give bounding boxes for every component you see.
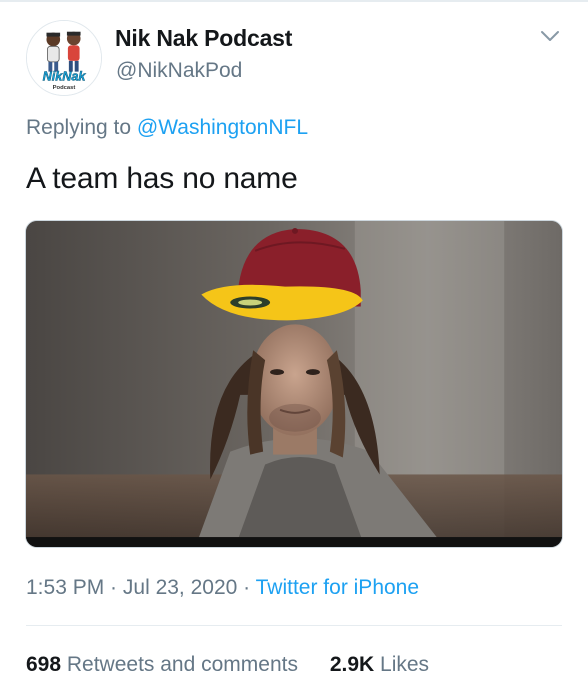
tweet-metadata: 1:53 PM · Jul 23, 2020 · Twitter for iPh… (26, 576, 419, 600)
top-divider (0, 0, 588, 2)
avatar-logo-icon: NikNak Podcast (27, 21, 101, 95)
meta-separator: · (104, 576, 123, 599)
author-name[interactable]: Nik Nak Podcast (115, 25, 292, 52)
likes-label: Likes (374, 653, 430, 676)
reply-mention-link[interactable]: @WashingtonNFL (137, 116, 308, 139)
photo-man-with-cap-icon (26, 221, 562, 547)
likes-stat[interactable]: 2.9K Likes (330, 653, 429, 677)
tweet-media-image[interactable] (25, 220, 563, 548)
avatar-logo-text: NikNak (43, 69, 87, 83)
tweet-header: NikNak Podcast Nik Nak Podcast @NikNakPo… (26, 18, 566, 100)
retweets-stat[interactable]: 698 Retweets and comments (26, 653, 298, 677)
author-handle[interactable]: @NikNakPod (116, 59, 242, 83)
meta-separator: · (237, 576, 256, 599)
replying-to-prefix: Replying to (26, 116, 137, 139)
chevron-down-icon[interactable] (538, 24, 562, 48)
tweet-text: A team has no name (26, 162, 298, 195)
retweets-label: Retweets and comments (61, 653, 298, 676)
likes-count: 2.9K (329, 653, 375, 676)
tweet-time[interactable]: 1:53 PM (26, 576, 104, 599)
tweet-source-link[interactable]: Twitter for iPhone (256, 576, 419, 599)
avatar-sub-text: Podcast (53, 85, 76, 91)
tweet-date[interactable]: Jul 23, 2020 (123, 576, 237, 599)
replying-to-line: Replying to @WashingtonNFL (26, 116, 308, 140)
stats-divider (26, 625, 562, 626)
retweets-count: 698 (26, 653, 62, 676)
profile-avatar[interactable]: NikNak Podcast (26, 20, 102, 96)
engagement-stats: 698 Retweets and comments 2.9K Likes (26, 653, 455, 677)
